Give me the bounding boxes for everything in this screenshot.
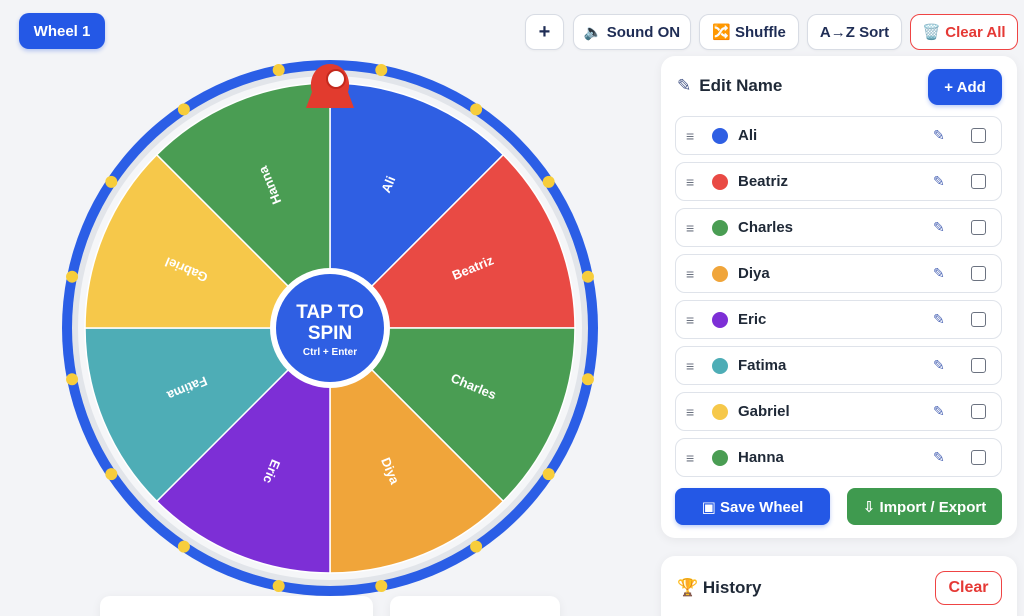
row-checkbox[interactable] [971,404,986,419]
row-name: Fatima [738,357,787,374]
row-checkbox[interactable] [971,450,986,465]
drag-handle-icon[interactable]: ≡ [686,266,698,282]
row-name: Ali [738,127,758,144]
row-checkbox[interactable] [971,358,986,373]
edit-icon[interactable]: ✎ [933,403,953,420]
rim-dot [542,175,555,188]
import-export-button[interactable]: ⇩ Import / Export [847,488,1002,525]
rim-dot [581,270,594,283]
clear-history-button[interactable]: Clear [935,571,1002,605]
rim-dot [272,64,285,77]
name-row[interactable]: ≡ Hanna ✎ [675,438,1002,477]
drag-handle-icon[interactable]: ≡ [686,358,698,374]
row-name: Gabriel [738,403,790,420]
color-dot [712,265,728,282]
name-row[interactable]: ≡ Eric ✎ [675,300,1002,339]
sort-button[interactable]: A→Z Sort [807,14,902,50]
name-row[interactable]: ≡ Beatriz ✎ [675,162,1002,201]
edit-icon[interactable]: ✎ [933,357,953,374]
edit-icon[interactable]: ✎ [933,311,953,328]
color-dot [712,403,728,420]
row-checkbox[interactable] [971,128,986,143]
edit-icon[interactable]: ✎ [933,449,953,466]
color-dot [712,219,728,236]
row-checkbox[interactable] [971,312,986,327]
drag-handle-icon[interactable]: ≡ [686,312,698,328]
row-name: Hanna [738,449,784,466]
rim-dot [375,64,388,77]
spin-shortcut: Ctrl + Enter [303,347,357,358]
row-name: Beatriz [738,173,789,190]
spin-title-1: TAP TO [296,302,364,323]
color-dot [712,449,728,466]
clear-all-button[interactable]: 🗑️ Clear All [910,14,1018,50]
drag-handle-icon[interactable]: ≡ [686,404,698,420]
edit-names-panel: ✎ Edit Name + Add ≡ Ali ✎ ≡ Beatriz ✎ ≡ Charles… [661,56,1017,538]
spin-wheel[interactable]: AliBeatrizCharlesDiyaEricFatimaGabrielHa… [60,58,600,598]
rim-dot [581,373,594,386]
rim-dot [105,468,118,481]
wheel-tab[interactable]: Wheel 1 [19,13,105,49]
edit-icon[interactable]: ✎ [933,127,953,144]
rim-dot [470,540,483,553]
name-row[interactable]: ≡ Charles ✎ [675,208,1002,247]
color-dot [712,127,728,144]
spin-title-2: SPIN [308,323,352,344]
row-name: Eric [738,311,767,328]
history-panel: 🏆 History Clear [661,556,1017,616]
drag-handle-icon[interactable]: ≡ [686,220,698,236]
add-name-button[interactable]: + Add [928,69,1002,105]
stats-card [100,596,373,616]
color-dot [712,173,728,190]
shuffle-button[interactable]: 🔀 Shuffle [699,14,799,50]
rim-dot [470,103,483,116]
rim-dot [66,373,79,386]
spin-button[interactable]: TAP TO SPIN Ctrl + Enter [270,268,390,388]
pencil-icon: ✎ [677,76,692,95]
edit-icon[interactable]: ✎ [933,265,953,282]
edit-panel-title-text: Edit Name [699,76,783,95]
edit-panel-title: ✎ Edit Name [677,76,782,96]
rim-dot [177,540,190,553]
drag-handle-icon[interactable]: ≡ [686,450,698,466]
rim-dot [375,579,388,592]
color-dot [712,311,728,328]
add-wheel-button[interactable]: + [525,14,564,50]
name-row[interactable]: ≡ Fatima ✎ [675,346,1002,385]
edit-icon[interactable]: ✎ [933,173,953,190]
history-title: 🏆 History [677,578,762,597]
save-wheel-button[interactable]: ▣ Save Wheel [675,488,830,525]
rim-dot [66,270,79,283]
name-row[interactable]: ≡ Diya ✎ [675,254,1002,293]
edit-icon[interactable]: ✎ [933,219,953,236]
sound-toggle-button[interactable]: 🔈 Sound ON [573,14,691,50]
row-checkbox[interactable] [971,220,986,235]
name-row[interactable]: ≡ Ali ✎ [675,116,1002,155]
rim-dot [542,468,555,481]
row-name: Charles [738,219,794,236]
rim-dot [177,103,190,116]
row-name: Diya [738,265,770,282]
drag-handle-icon[interactable]: ≡ [686,128,698,144]
row-checkbox[interactable] [971,266,986,281]
rim-dot [272,579,285,592]
row-checkbox[interactable] [971,174,986,189]
color-dot [712,357,728,374]
winner-card [390,596,560,616]
drag-handle-icon[interactable]: ≡ [686,174,698,190]
name-row[interactable]: ≡ Gabriel ✎ [675,392,1002,431]
rim-dot [105,175,118,188]
